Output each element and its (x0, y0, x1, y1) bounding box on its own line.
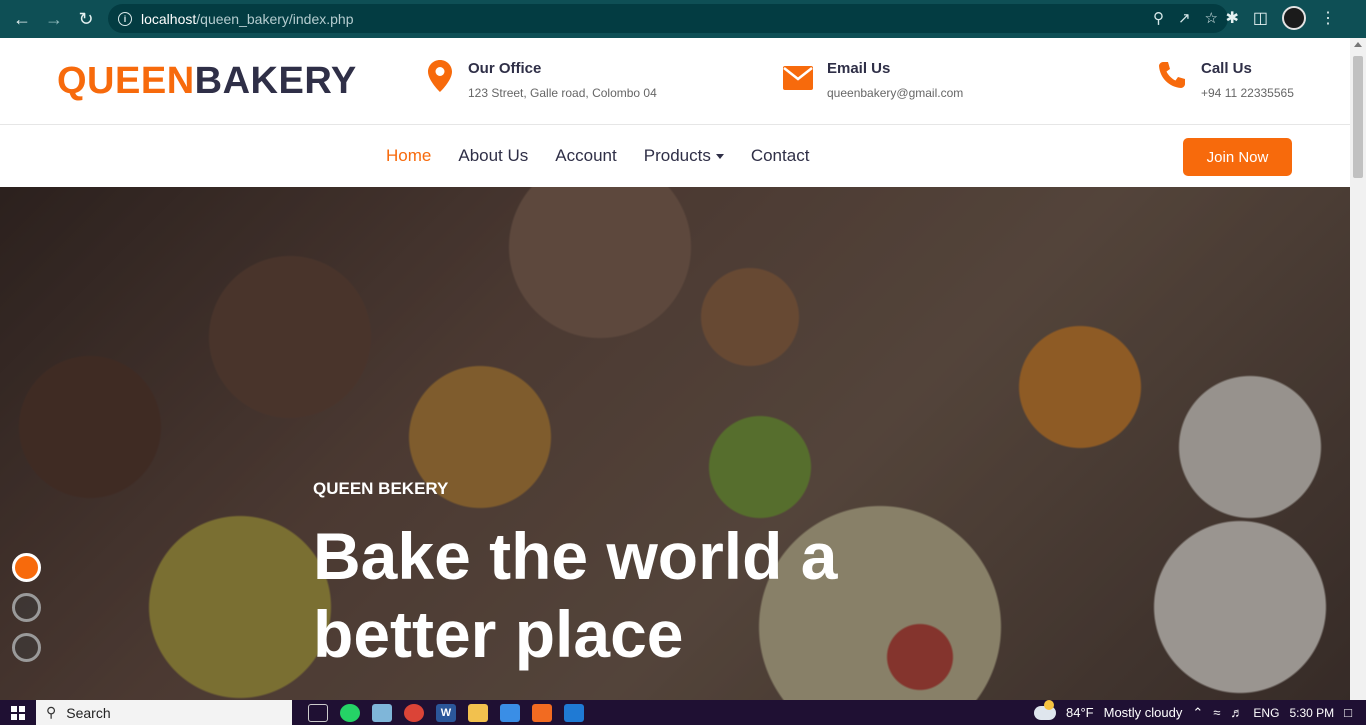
carousel-dot-1[interactable] (12, 553, 41, 582)
zoom-search-icon[interactable]: ⚲ (1153, 9, 1164, 27)
language-indicator[interactable]: ENG (1253, 706, 1279, 720)
start-button[interactable] (0, 700, 36, 725)
temperature[interactable]: 84°F (1066, 705, 1094, 720)
word-icon[interactable]: W (436, 703, 456, 722)
nav-home[interactable]: Home (386, 146, 431, 166)
scrollbar-thumb[interactable] (1353, 56, 1363, 178)
hero-kicker: QUEEN BEKERY (313, 479, 449, 498)
vscode-icon[interactable] (564, 703, 584, 722)
logo-part-queen: QUEEN (57, 60, 195, 102)
extensions-icon[interactable]: ✱ (1225, 8, 1238, 28)
office-info: Our Office 123 Street, Galle road, Colom… (428, 60, 657, 100)
carousel-dot-3[interactable] (12, 633, 41, 662)
join-now-button[interactable]: Join Now (1183, 138, 1292, 176)
xampp-icon[interactable] (532, 703, 552, 722)
nav-contact[interactable]: Contact (751, 146, 810, 166)
caret-down-icon (715, 154, 724, 160)
forward-icon[interactable]: → (38, 3, 70, 35)
url-path: /queen_bakery/index.php (196, 10, 354, 27)
nav-menu: Home About Us Account Products Contact (386, 146, 809, 166)
wifi-icon[interactable]: ≈ (1213, 705, 1220, 720)
main-navbar: Home About Us Account Products Contact J… (0, 126, 1350, 187)
nav-products-label: Products (643, 146, 711, 165)
logo-part-bakery: BAKERY (194, 60, 357, 102)
notepad-icon[interactable] (372, 703, 392, 722)
office-address: 123 Street, Galle road, Colombo 04 (468, 86, 657, 100)
taskbar-search[interactable]: ⚲ Search (36, 700, 292, 725)
url-host: localhost (141, 10, 197, 27)
email-info: Email Us queenbakery@gmail.com (783, 60, 963, 100)
whatsapp-icon[interactable] (340, 703, 360, 722)
page-scrollbar[interactable] (1350, 38, 1366, 700)
page-viewport: QUEENBAKERY Our Office 123 Street, Galle… (0, 38, 1350, 700)
profile-avatar[interactable] (1282, 6, 1306, 30)
chrome-icon[interactable] (404, 703, 424, 722)
store-icon[interactable] (500, 703, 520, 722)
nav-about-us[interactable]: About Us (458, 146, 528, 166)
volume-icon[interactable]: ♬ (1230, 705, 1243, 720)
more-menu-icon[interactable]: ⋮ (1320, 8, 1336, 28)
scroll-up-icon[interactable] (1354, 42, 1362, 47)
call-title: Call Us (1201, 60, 1252, 77)
nav-account[interactable]: Account (555, 146, 616, 166)
email-title: Email Us (827, 60, 891, 77)
site-info-icon[interactable]: i (118, 11, 132, 26)
windows-taskbar: ⚲ Search W 84°F Mostly cloudy ⌃ ≈ ♬ ENG … (0, 699, 1366, 725)
tray-chevron-up-icon[interactable]: ⌃ (1192, 705, 1203, 721)
hero-carousel: QUEEN BEKERY Bake the world a better pla… (0, 187, 1350, 700)
nav-products[interactable]: Products (644, 146, 724, 166)
share-icon[interactable]: ↗ (1178, 9, 1191, 27)
weather-cloud-icon[interactable] (1034, 699, 1057, 720)
address-bar[interactable]: i localhost/queen_bakery/index.php ⚲ ↗ ☆ (108, 4, 1228, 33)
phone-number[interactable]: +94 11 22335565 (1201, 86, 1294, 100)
envelope-icon (783, 60, 827, 96)
phone-icon (1157, 60, 1201, 96)
taskbar-search-label: Search (66, 704, 111, 721)
office-title: Our Office (468, 60, 542, 77)
carousel-dot-2[interactable] (12, 593, 41, 622)
task-view-icon[interactable] (308, 703, 328, 722)
call-info: Call Us +94 11 22335565 (1157, 60, 1294, 100)
search-icon: ⚲ (46, 704, 57, 720)
file-explorer-icon[interactable] (468, 703, 488, 722)
notification-icon[interactable]: □ (1344, 705, 1352, 720)
hero-headline: Bake the world a better place (313, 519, 838, 671)
back-icon[interactable]: ← (6, 3, 38, 35)
site-logo[interactable]: QUEENBAKERY (57, 60, 357, 103)
map-marker-icon (428, 60, 468, 98)
weather-status[interactable]: Mostly cloudy (1104, 705, 1183, 720)
browser-toolbar: ← → ↻ i localhost/queen_bakery/index.php… (0, 0, 1366, 38)
side-panel-icon[interactable]: ◫ (1253, 8, 1268, 28)
email-address[interactable]: queenbakery@gmail.com (827, 86, 963, 100)
windows-logo-icon (11, 705, 25, 720)
system-tray: 84°F Mostly cloudy ⌃ ≈ ♬ ENG 5:30 PM □ (1034, 699, 1352, 725)
clock[interactable]: 5:30 PM (1289, 706, 1334, 720)
top-header: QUEENBAKERY Our Office 123 Street, Galle… (0, 38, 1350, 125)
bookmark-star-icon[interactable]: ☆ (1205, 9, 1218, 27)
reload-icon[interactable]: ↻ (70, 3, 102, 35)
